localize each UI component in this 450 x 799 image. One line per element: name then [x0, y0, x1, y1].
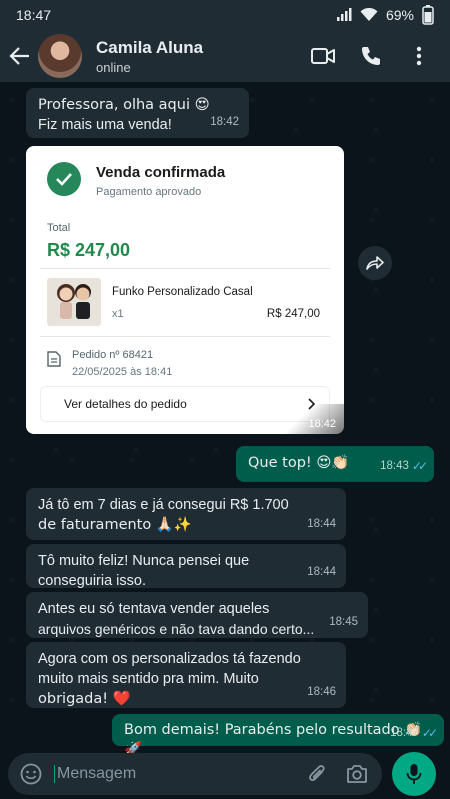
- message-input-box[interactable]: [8, 753, 382, 795]
- chat-area[interactable]: Professora, olha aqui 😍 Fiz mais uma ven…: [0, 82, 450, 758]
- message-time: 18:44: [307, 566, 336, 578]
- divider: [40, 336, 330, 337]
- emoji-button[interactable]: [18, 761, 44, 787]
- message-line: Fiz mais uma venda!: [38, 117, 172, 133]
- product-image: [47, 278, 101, 326]
- message-time: 18:46: [307, 686, 336, 698]
- more-options-button[interactable]: [406, 43, 432, 69]
- total-label: Total: [47, 222, 71, 234]
- product-price: R$ 247,00: [266, 308, 320, 320]
- message-time: 18:45: [329, 616, 358, 628]
- message-line: muito mais sentido pra mim. Muito: [38, 671, 259, 687]
- camera-button[interactable]: [344, 761, 370, 787]
- message-outgoing[interactable]: Bom demais! Parabéns pelo resultado 👏🏻🚀 …: [112, 714, 444, 758]
- message-line: conseguiria isso.: [38, 573, 146, 589]
- back-button[interactable]: [2, 30, 38, 82]
- message-time: 18:43: [380, 460, 409, 472]
- mic-button[interactable]: [392, 752, 436, 796]
- attach-icon: [309, 765, 325, 781]
- order-card-title: Venda confirmada: [96, 164, 226, 181]
- message-time: 18:47: [390, 727, 419, 739]
- phone-icon: [362, 47, 380, 65]
- order-details-label: Ver detalhes do pedido: [64, 397, 187, 411]
- battery-level: 69%: [385, 7, 414, 23]
- total-value: R$ 247,00: [47, 240, 131, 260]
- read-ticks-icon: ✓✓: [421, 726, 438, 740]
- contact-name: Camila Aluna: [96, 37, 204, 57]
- message-time: 18:42: [210, 116, 239, 128]
- share-forward-icon: [366, 256, 384, 270]
- contact-presence: online: [96, 59, 131, 75]
- message-input[interactable]: [54, 765, 304, 783]
- share-button[interactable]: [358, 246, 392, 280]
- composer-bar: [0, 749, 450, 799]
- order-card[interactable]: Venda confirmada Pagamento aprovado Tota…: [26, 146, 344, 434]
- video-call-button[interactable]: [310, 43, 336, 69]
- chat-header: Camila Aluna online: [0, 30, 450, 82]
- avatar[interactable]: [38, 34, 82, 78]
- back-arrow-icon: [9, 47, 29, 65]
- message-incoming[interactable]: Tô muito feliz! Nunca pensei que consegu…: [26, 544, 346, 589]
- video-call-icon: [311, 48, 335, 64]
- battery-icon: [422, 5, 434, 25]
- order-card-subtitle: Pagamento aprovado: [96, 186, 202, 198]
- signal-icon: [336, 8, 352, 21]
- contact-info[interactable]: Camila Aluna online: [96, 38, 310, 75]
- message-outgoing[interactable]: Que top! 😍👏🏻 18:43 ✓✓: [236, 446, 434, 482]
- message-line: Agora com os personalizados tá fazendo: [38, 651, 301, 667]
- emoji-icon: [20, 763, 42, 785]
- read-ticks-icon: ✓✓: [411, 459, 428, 473]
- wifi-icon: [360, 8, 378, 21]
- attach-button[interactable]: [304, 761, 330, 787]
- status-time: 18:47: [16, 7, 52, 23]
- message-incoming[interactable]: Já tô em 7 dias e já consegui R$ 1.700 d…: [26, 488, 346, 540]
- message-time: 18:42: [308, 418, 336, 430]
- status-bar: 18:47 69%: [0, 0, 450, 30]
- voice-call-button[interactable]: [358, 43, 384, 69]
- order-date: 22/05/2025 às 18:41: [72, 366, 173, 378]
- divider: [40, 268, 330, 269]
- camera-icon: [347, 765, 367, 783]
- message-time: 18:44: [307, 518, 336, 530]
- product-quantity: x1: [112, 308, 124, 320]
- message-line: Tô muito feliz! Nunca pensei que: [38, 553, 250, 569]
- order-number: Pedido nº 68421: [72, 349, 154, 361]
- message-line: arquivos genéricos e não tava dando cert…: [38, 621, 315, 637]
- document-icon: [47, 351, 61, 367]
- product-name: Funko Personalizado Casal: [112, 286, 253, 298]
- mic-icon: [406, 764, 422, 784]
- message-line: Professora, olha aqui 😍: [38, 97, 210, 113]
- message-line: de faturamento 🙏🏻✨: [38, 517, 192, 533]
- check-circle-icon: [47, 162, 81, 196]
- message-incoming[interactable]: Antes eu só tentava vender aqueles arqui…: [26, 592, 368, 638]
- message-line: Já tô em 7 dias e já consegui R$ 1.700: [38, 497, 289, 513]
- message-line: Antes eu só tentava vender aqueles: [38, 601, 270, 617]
- message-line: obrigada! ❤️: [38, 691, 131, 707]
- message-incoming[interactable]: Agora com os personalizados tá fazendo m…: [26, 642, 346, 708]
- message-incoming[interactable]: Professora, olha aqui 😍 Fiz mais uma ven…: [26, 88, 249, 138]
- more-vert-icon: [416, 46, 422, 66]
